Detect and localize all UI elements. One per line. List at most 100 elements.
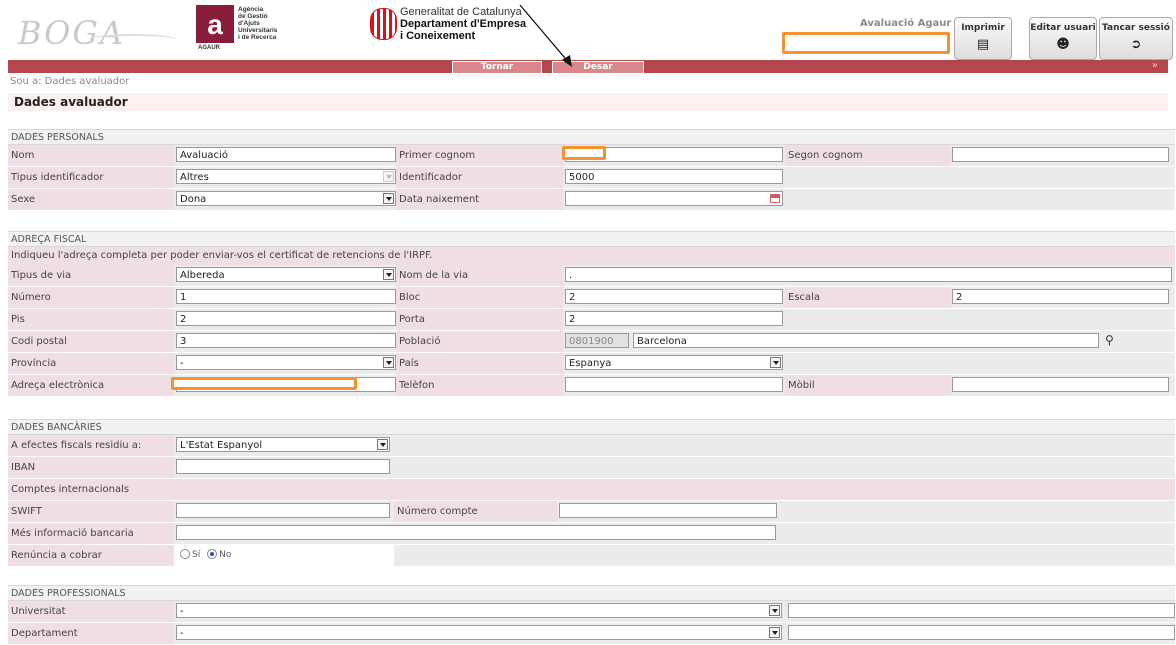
field-label: Pis xyxy=(8,309,174,330)
renounce-no-radio[interactable] xyxy=(207,549,218,559)
more-bank-info-input[interactable] xyxy=(176,525,776,540)
calendar-icon[interactable] xyxy=(768,192,782,205)
birthdate-input[interactable] xyxy=(565,191,783,206)
university-text-input[interactable] xyxy=(788,603,1175,618)
field-label: Departament xyxy=(8,623,174,644)
collapse-chevron-icon[interactable]: » xyxy=(1152,60,1158,71)
id-type-select[interactable]: Altres xyxy=(176,169,396,184)
door-input[interactable]: 2 xyxy=(565,311,783,326)
field-label: Bloc xyxy=(396,287,563,308)
header: BOGA a Agència de Gestió d'Ajuts Univers… xyxy=(0,0,1176,60)
redaction-box xyxy=(171,377,357,390)
section-title: DADES PERSONALS xyxy=(8,129,1175,145)
mobile-input[interactable] xyxy=(952,377,1169,392)
town-code-input: 0801900 xyxy=(565,333,629,348)
professional-section: DADES PROFESSIONALS Universitat - Depart… xyxy=(8,585,1175,645)
phone-input[interactable] xyxy=(565,377,783,392)
field-label: Identificador xyxy=(396,167,563,188)
field-label: Número compte xyxy=(394,501,557,522)
swift-input[interactable] xyxy=(176,503,390,518)
section-title: DADES PROFESSIONALS xyxy=(8,585,1175,601)
logout-button[interactable]: Tancar sessió ➲ xyxy=(1099,17,1173,60)
postal-code-input[interactable]: 3 xyxy=(176,333,396,348)
bank-section: DADES BANCÀRIES A efectes fiscals residi… xyxy=(8,419,1175,567)
fiscal-section: ADREÇA FISCAL Indiqueu l'adreça completa… xyxy=(8,231,1175,397)
number-input[interactable]: 1 xyxy=(176,289,396,304)
field-label: Adreça electrònica xyxy=(8,375,174,396)
field-label: Província xyxy=(8,353,174,374)
save-button[interactable]: Desar xyxy=(552,61,644,74)
street-type-select[interactable]: Albereda xyxy=(176,267,396,282)
department-text-input[interactable] xyxy=(788,625,1175,640)
account-number-input[interactable] xyxy=(559,503,777,518)
province-select[interactable]: - xyxy=(176,355,396,370)
field-label: Universitat xyxy=(8,601,174,622)
chevron-down-icon xyxy=(769,605,780,616)
field-label: Més informació bancaria xyxy=(8,523,174,544)
field-label: SWIFT xyxy=(8,501,174,522)
field-label: Primer cognom xyxy=(396,145,563,166)
user-name: Avaluació Agaur xyxy=(860,18,952,29)
chevron-down-icon xyxy=(383,193,394,204)
field-label: Tipus identificador xyxy=(8,167,174,188)
field-label: Nom xyxy=(8,145,174,166)
section-title: DADES BANCÀRIES xyxy=(8,419,1175,435)
search-icon[interactable]: ⚲ xyxy=(1105,333,1114,347)
field-label: IBAN xyxy=(8,457,174,478)
block-input[interactable]: 2 xyxy=(565,289,783,304)
field-label: Població xyxy=(396,331,563,352)
chevron-down-icon xyxy=(769,627,780,638)
university-select[interactable]: - xyxy=(176,603,782,618)
print-button[interactable]: Imprimir ▤ xyxy=(954,17,1012,60)
radio-label: No xyxy=(219,550,232,560)
street-name-input[interactable]: . xyxy=(565,267,1172,282)
field-label: Número xyxy=(8,287,174,308)
field-label: Escala xyxy=(785,287,951,308)
boga-logo[interactable]: BOGA xyxy=(18,14,178,52)
identifier-input[interactable]: 5000 xyxy=(565,169,783,184)
logout-icon: ➲ xyxy=(1130,37,1142,52)
edit-user-button[interactable]: Editar usuari ☻ xyxy=(1029,17,1097,60)
personal-section: DADES PERSONALS Nom Avaluació Primer cog… xyxy=(8,129,1175,211)
department-select[interactable]: - xyxy=(176,625,782,640)
field-label: Codi postal xyxy=(8,331,174,352)
radio-label: Sí xyxy=(192,550,201,560)
field-label: Telèfon xyxy=(396,375,563,396)
renounce-yes-radio[interactable] xyxy=(180,549,190,559)
country-select[interactable]: Espanya xyxy=(565,355,783,370)
chevron-down-icon xyxy=(383,269,394,280)
field-label: Porta xyxy=(396,309,563,330)
redaction-box xyxy=(562,146,606,160)
user-edit-icon: ☻ xyxy=(1056,37,1070,52)
town-input[interactable]: Barcelona xyxy=(633,333,1099,348)
chevron-down-icon xyxy=(770,357,781,368)
iban-input[interactable] xyxy=(176,459,390,474)
page-title: Dades avaluador xyxy=(8,93,1168,111)
field-label: País xyxy=(396,353,563,374)
nom-input[interactable]: Avaluació xyxy=(176,147,396,162)
subsection-title: Comptes internacionals xyxy=(8,479,1175,500)
fiscal-note: Indiqueu l'adreça completa per poder env… xyxy=(8,247,1175,265)
field-label: Segon cognom xyxy=(785,145,951,166)
printer-icon: ▤ xyxy=(976,37,990,52)
field-label: Data naixement xyxy=(396,189,563,210)
floor-input[interactable]: 2 xyxy=(176,311,396,326)
field-label: A efectes fiscals residiu a: xyxy=(8,435,174,456)
cognom2-input[interactable] xyxy=(952,147,1169,162)
section-title: ADREÇA FISCAL xyxy=(8,231,1175,247)
sex-select[interactable]: Dona xyxy=(176,191,396,206)
redaction-box xyxy=(782,32,950,54)
agaur-logo: a Agència de Gestió d'Ajuts Universitari… xyxy=(196,5,278,51)
breadcrumb: Sou a: Dades avaluador xyxy=(10,76,130,87)
residence-select[interactable]: L'Estat Espanyol xyxy=(176,437,390,452)
chevron-down-icon xyxy=(383,357,394,368)
field-label: Renúncia a cobrar xyxy=(8,545,174,566)
chevron-down-icon xyxy=(383,171,394,182)
field-label: Tipus de via xyxy=(8,265,174,286)
stair-input[interactable]: 2 xyxy=(952,289,1169,304)
back-button[interactable]: Tornar xyxy=(452,61,542,74)
field-label: Nom de la via xyxy=(396,265,563,286)
chevron-down-icon xyxy=(377,439,388,450)
field-label: Sexe xyxy=(8,189,174,210)
field-label: Mòbil xyxy=(785,375,951,396)
